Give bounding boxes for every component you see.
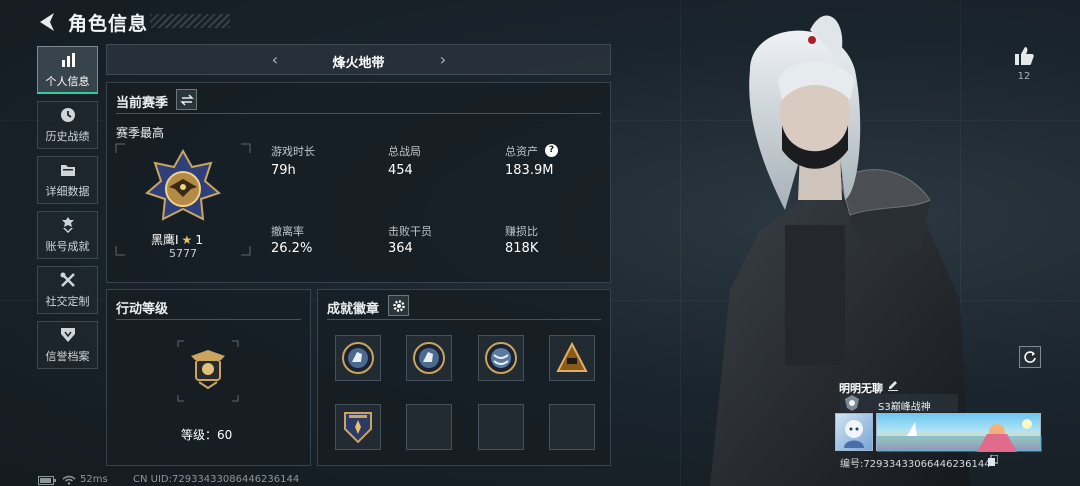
copy-icon[interactable] (988, 455, 998, 466)
stat-label: 赚损比 (505, 225, 538, 238)
rank-frame: 黑鹰I ★ 1 5777 (115, 143, 251, 260)
profile-banner[interactable] (876, 413, 1042, 452)
stat-value: 454 (388, 163, 413, 178)
achievement-badge[interactable] (478, 335, 524, 381)
divider (116, 319, 301, 320)
achievement-badge[interactable] (335, 404, 381, 450)
sidebar-item-personal-info[interactable]: 个人信息 (37, 46, 98, 94)
achievement-title: 成就徽章 (327, 302, 380, 317)
mode-name: 烽火地带 (332, 56, 385, 71)
sidebar-item-label: 账号成就 (45, 240, 90, 253)
help-icon[interactable]: ? (545, 144, 558, 157)
stat-value: 26.2% (271, 241, 313, 256)
target-badge-icon (485, 342, 517, 374)
wifi-icon (62, 475, 76, 485)
sidebar-item-label: 社交定制 (45, 295, 90, 308)
season-panel: 当前赛季 赛季最高 黑鹰I ★ 1 5777 游戏时长 79h 总战局 454 … (106, 82, 611, 283)
horse-badge-icon (342, 342, 374, 374)
divider (327, 319, 601, 320)
stat-value: 183.9M (505, 163, 554, 178)
sidebar-item-history[interactable]: 历史战绩 (37, 101, 98, 149)
grid-line (680, 0, 681, 486)
stat-label: 总战局 (388, 145, 421, 158)
sidebar-item-details[interactable]: 详细数据 (37, 156, 98, 204)
divider (116, 113, 601, 114)
swap-icon (179, 93, 194, 106)
player-id: 编号:7293343306644623614​4 (840, 459, 991, 470)
achievement-badge[interactable] (335, 335, 381, 381)
action-level-panel: 行动等级 等级：60 (106, 289, 311, 466)
shield-icon (60, 328, 75, 342)
stat-value: 364 (388, 241, 413, 256)
battery-icon (38, 476, 56, 485)
gear-icon (392, 299, 405, 312)
achievement-settings-button[interactable] (388, 295, 409, 316)
title-decoration (150, 14, 230, 28)
season-title: 当前赛季 (116, 96, 169, 111)
folder-icon (60, 165, 75, 176)
stat-value: 79h (271, 163, 296, 178)
avatar-icon (844, 420, 864, 448)
stat-label: 撤离率 (271, 225, 304, 238)
mode-selector: ‹ 烽火地带 › (106, 44, 611, 75)
horse-badge-icon (413, 342, 445, 374)
clock-icon (60, 108, 75, 122)
avatar[interactable] (835, 413, 873, 451)
page-title: 角色信息 (68, 13, 149, 35)
black-eagle-rank-icon (145, 149, 221, 221)
edit-icon[interactable] (887, 379, 899, 391)
achievement-badge[interactable] (406, 335, 452, 381)
pyramid-badge-icon (556, 341, 588, 372)
sidebar-item-label: 信誉档案 (45, 350, 90, 363)
refresh-icon (1024, 351, 1036, 363)
sidebar-item-label: 详细数据 (45, 185, 90, 198)
action-level-title: 行动等级 (116, 302, 169, 317)
action-level-icon (191, 350, 225, 390)
sidebar-item-label: 历史战绩 (45, 130, 90, 143)
sidebar-item-social[interactable]: 社交定制 (37, 266, 98, 314)
thumbs-up-icon[interactable] (1012, 44, 1036, 68)
stat-value: 818K (505, 241, 539, 256)
achievement-panel: 成就徽章 (317, 289, 611, 466)
trophy-icon (61, 217, 74, 233)
sidebar-item-achievements[interactable]: 账号成就 (37, 211, 98, 259)
rotate-view-button[interactable] (1019, 346, 1041, 368)
level-text: 等级：60 (181, 428, 233, 442)
stat-label: 击败干员 (388, 225, 432, 238)
rank-mini-icon (845, 395, 859, 411)
switch-season-button[interactable] (176, 89, 197, 110)
rank-name: 黑鹰I (151, 233, 179, 247)
empty-badge-slot[interactable] (478, 404, 524, 450)
ping-value: 52ms (80, 474, 108, 485)
empty-badge-slot[interactable] (406, 404, 452, 450)
season-best-label: 赛季最高 (116, 126, 165, 140)
player-title: S3巅峰战神 (878, 402, 931, 413)
rank-stars: 1 (195, 232, 203, 247)
empty-badge-slot[interactable] (549, 404, 595, 450)
sidebar-item-label: 个人信息 (45, 74, 90, 88)
bar-chart-icon (61, 52, 75, 67)
rank-points: 5777 (169, 247, 197, 260)
sidebar-item-reputation[interactable]: 信誉档案 (37, 321, 98, 369)
achievement-badge[interactable] (549, 335, 595, 381)
shield-badge-icon (344, 412, 372, 444)
star-icon: ★ (181, 232, 193, 247)
next-mode-button[interactable]: › (435, 50, 451, 69)
stat-label: 游戏时长 (271, 145, 315, 158)
tools-icon (60, 272, 75, 287)
stat-label: 总资产 (505, 145, 538, 158)
account-uid: CN UID:72933433086446236144 (133, 474, 300, 485)
beach-scene-image (877, 419, 1042, 452)
back-icon[interactable] (36, 10, 60, 34)
rank-name-row: 黑鹰I ★ 1 (151, 231, 203, 248)
level-frame (177, 340, 239, 402)
like-count: 12 (1017, 71, 1031, 82)
